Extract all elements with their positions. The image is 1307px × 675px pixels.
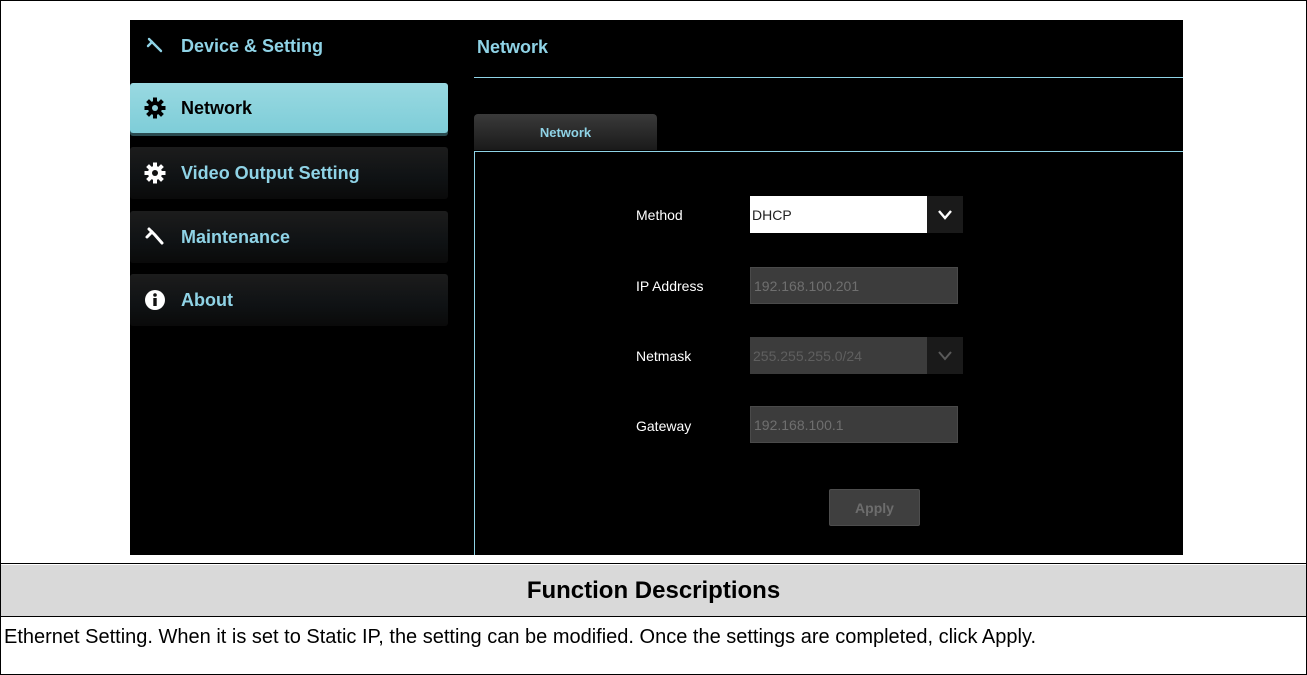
sidebar-item-device-setting[interactable]: Device & Setting: [130, 20, 448, 72]
sidebar: Device & Setting Network Video Output Se…: [130, 20, 450, 555]
gear-icon: [144, 162, 166, 184]
sidebar-item-video-output-setting[interactable]: Video Output Setting: [130, 147, 448, 199]
info-icon: [144, 289, 166, 311]
sidebar-item-about[interactable]: About: [130, 274, 448, 326]
network-settings-form: Method DHCP IP Address 192.168.100.201 N…: [474, 151, 1183, 555]
screenshot-cell: Device & Setting Network Video Output Se…: [1, 1, 1306, 564]
sidebar-item-network[interactable]: Network: [130, 83, 448, 133]
document-frame: Device & Setting Network Video Output Se…: [0, 0, 1307, 675]
gateway-field[interactable]: 192.168.100.1: [750, 406, 958, 443]
method-value: DHCP: [752, 206, 792, 223]
sidebar-item-maintenance[interactable]: Maintenance: [130, 211, 448, 263]
netmask-label: Netmask: [636, 348, 692, 364]
function-description-text: Ethernet Setting. When it is set to Stat…: [4, 626, 1037, 648]
method-label: Method: [636, 207, 683, 223]
ip-address-field[interactable]: 192.168.100.201: [750, 267, 958, 304]
sidebar-item-label: Network: [181, 97, 253, 118]
sidebar-item-label: Device & Setting: [181, 35, 324, 56]
netmask-value: 255.255.255.0/24: [753, 347, 862, 364]
sidebar-item-label: Video Output Setting: [181, 162, 360, 183]
function-descriptions-heading: Function Descriptions: [1, 565, 1306, 617]
sidebar-item-label: About: [181, 289, 233, 310]
ip-address-label: IP Address: [636, 278, 704, 294]
chevron-down-icon[interactable]: [927, 196, 963, 233]
tab-network[interactable]: Network: [474, 114, 657, 150]
title-divider: [474, 77, 1183, 78]
page-title: Network: [477, 37, 549, 57]
apply-button[interactable]: Apply: [829, 489, 920, 526]
wrench-icon: [144, 226, 166, 248]
gear-icon: [144, 97, 166, 119]
gateway-label: Gateway: [636, 418, 692, 434]
main-panel: Network Network Method DHCP IP Address 1…: [474, 20, 1183, 555]
netmask-select[interactable]: 255.255.255.0/24: [750, 337, 963, 374]
sidebar-item-label: Maintenance: [181, 226, 291, 247]
wrench-icon: [144, 35, 166, 57]
camera-web-ui: Device & Setting Network Video Output Se…: [130, 20, 1183, 555]
method-select[interactable]: DHCP: [750, 196, 963, 233]
chevron-down-icon[interactable]: [927, 337, 963, 374]
